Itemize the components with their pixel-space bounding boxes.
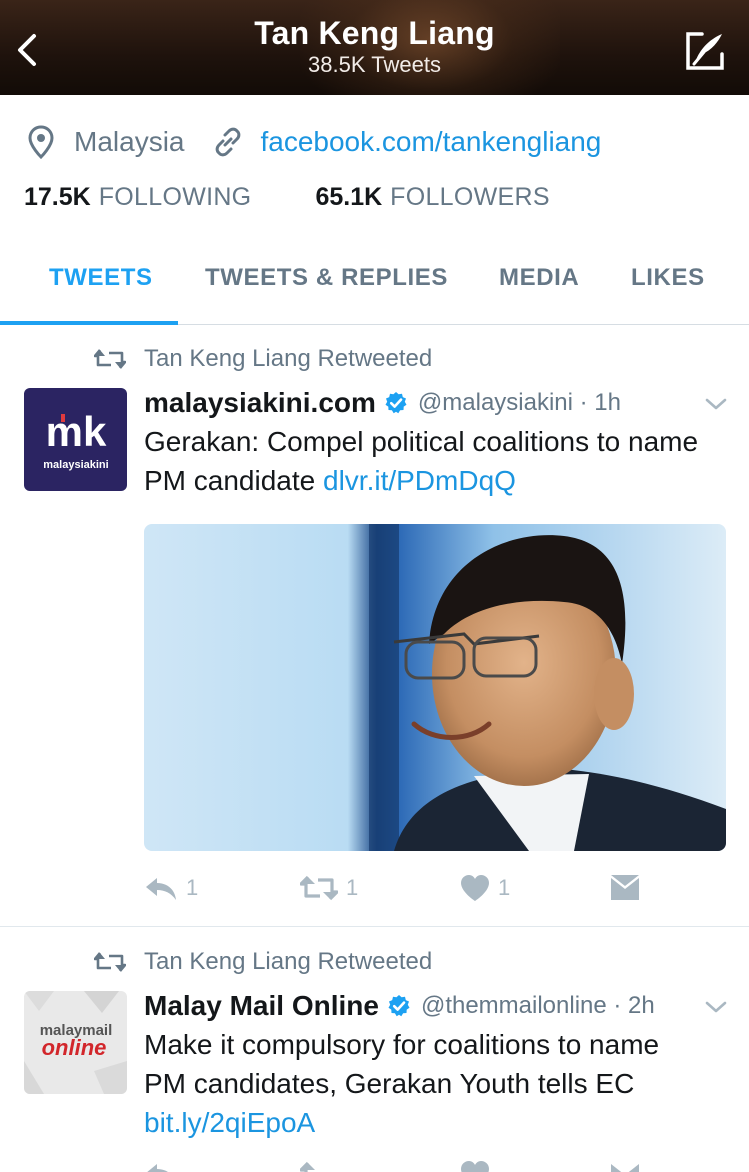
retweet-context: Tan Keng Liang Retweeted [94,344,432,374]
retweet-context: Tan Keng Liang Retweeted [94,947,432,977]
tab-tweets[interactable]: TWEETS [49,264,153,292]
profile-website-link[interactable]: facebook.com/tankengliang [260,126,601,158]
author-handle-time: @themmailonline · 2h [420,992,655,1019]
tab-likes[interactable]: LIKES [631,264,705,292]
retweet-note: Tan Keng Liang Retweeted [144,345,433,372]
like-button[interactable] [460,1160,490,1172]
tweet-author-line: Malay Mail Online @themmailonline · 2h [144,989,655,1023]
tweet-count: 38.5K Tweets [308,52,441,77]
verified-badge-icon [385,392,407,414]
header-title-block: Tan Keng Liang 38.5K Tweets [0,14,749,78]
retweet-icon [94,349,126,369]
tweet-link[interactable]: dlvr.it/PDmDqQ [323,465,516,496]
reply-count: 1 [186,875,199,900]
profile-location: Malaysia [74,126,185,157]
like-count: 1 [498,875,511,900]
avatar[interactable]: mk malaysiakini [24,388,127,491]
avatar-logo-text: malaysiakini [43,459,108,471]
tweet-photo[interactable] [144,524,726,851]
compose-tweet-icon [686,32,724,70]
avatar[interactable]: malaymail online [24,991,127,1094]
profile-meta: Malaysia facebook.com/tankengliang [28,122,601,162]
link-icon [216,127,241,157]
retweet-note: Tan Keng Liang Retweeted [144,948,433,975]
author-name[interactable]: malaysiakini.com [144,387,376,419]
following-stat[interactable]: 17.5K FOLLOWING [24,183,251,212]
profile-tabs: TWEETS TWEETS & REPLIES MEDIA LIKES [0,250,749,325]
tweet-link[interactable]: bit.ly/2qiEpoA [144,1107,315,1138]
followers-label: FOLLOWERS [390,183,550,211]
direct-message-button[interactable] [610,874,640,902]
location-pin-icon [28,125,54,159]
like-button[interactable]: 1 [460,874,510,902]
retweet-icon [300,875,338,901]
reply-button[interactable] [144,1160,178,1172]
tweet-author-line: malaysiakini.com @malaysiakini · 1h [144,386,621,420]
tweet-actions: 1 1 1 [144,874,744,908]
direct-message-button[interactable] [610,1160,640,1172]
author-handle-time: @malaysiakini · 1h [417,389,622,416]
profile-header: Tan Keng Liang 38.5K Tweets [0,0,749,95]
photo-of-man-wearing-glasses [144,524,726,851]
malaysiakini-logo: mk malaysiakini [43,408,108,471]
compose-tweet-button[interactable] [682,28,728,74]
follow-stats: 17.5K FOLLOWING 65.1K FOLLOWERS [24,183,550,219]
tweet-actions [144,1160,744,1172]
author-name[interactable]: Malay Mail Online [144,990,379,1022]
retweet-button[interactable] [300,1160,338,1172]
heart-icon [461,875,489,901]
verified-badge-icon [388,995,410,1017]
malay-mail-logo: malaymail online [24,991,127,1094]
heart-icon [461,1161,489,1172]
tweet-body: Make it compulsory for coalitions to nam… [144,1029,660,1099]
logo-accent [61,414,65,422]
retweet-icon [300,1161,315,1172]
tweet-divider [0,926,749,927]
chevron-down-icon[interactable] [704,999,728,1015]
followers-count: 65.1K [315,183,383,211]
profile-name-title: Tan Keng Liang [254,15,495,51]
active-tab-indicator [0,321,178,325]
avatar-logo-mark: mk [46,408,107,455]
tab-media[interactable]: MEDIA [499,264,579,292]
retweet-button[interactable]: 1 [300,874,358,902]
tweet-text: Gerakan: Compel political coalitions to … [144,422,729,500]
reply-icon [147,1164,168,1172]
avatar-logo-bottom: online [42,1035,107,1060]
reply-button[interactable]: 1 [144,874,198,902]
tab-tweets-replies[interactable]: TWEETS & REPLIES [205,264,448,292]
following-count: 17.5K [24,183,91,211]
retweet-count: 1 [346,875,359,900]
tweet-text: Make it compulsory for coalitions to nam… [144,1025,704,1142]
envelope-icon [611,875,639,900]
followers-stat[interactable]: 65.1K FOLLOWERS [315,183,549,212]
following-label: FOLLOWING [98,183,252,211]
reply-icon [146,878,176,900]
chevron-down-icon[interactable] [704,396,728,412]
retweet-icon [94,952,126,972]
envelope-icon [611,1164,639,1172]
